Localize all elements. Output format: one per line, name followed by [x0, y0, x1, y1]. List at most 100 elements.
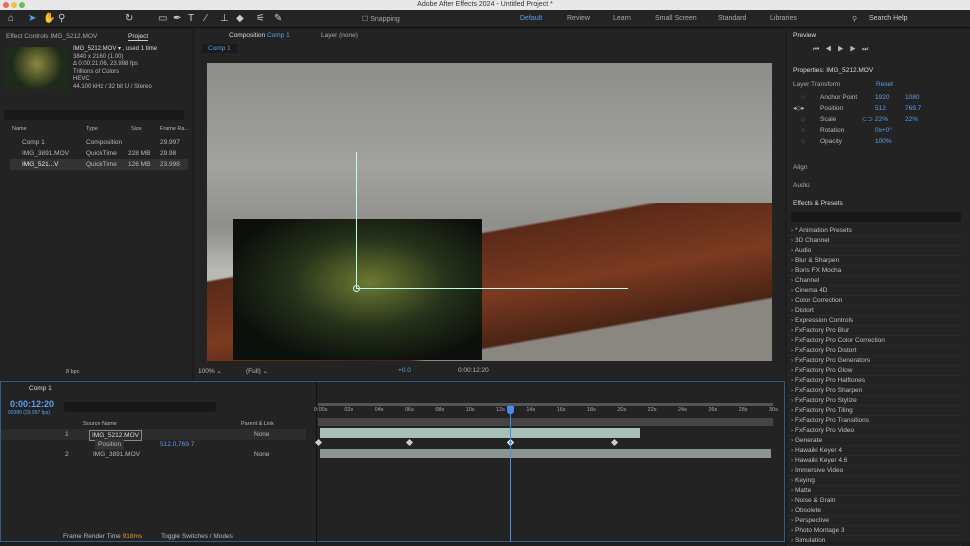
- effects-category[interactable]: FxFactory Pro Distort: [787, 346, 962, 356]
- effects-category[interactable]: FxFactory Pro Video: [787, 426, 962, 436]
- minimize-window-button[interactable]: [11, 2, 17, 8]
- puppet-pin-icon[interactable]: ✎: [274, 13, 282, 24]
- project-item[interactable]: IMG_3891.MOVQuickTime228 MB29.98: [10, 148, 188, 159]
- effects-category[interactable]: Generate: [787, 436, 962, 446]
- composition-viewer[interactable]: [207, 63, 772, 361]
- effects-category[interactable]: Hawaiki Keyer 4: [787, 446, 962, 456]
- search-help-input[interactable]: Search Help: [869, 15, 908, 22]
- property-rotation: ◌Rotation0x+0°: [787, 125, 970, 136]
- audio-panel-title[interactable]: Audio: [793, 182, 810, 189]
- workspace-standard[interactable]: Standard: [718, 15, 746, 22]
- rectangle-tool-icon[interactable]: ▭: [158, 13, 167, 24]
- ruler-tick-label: 06s: [405, 407, 414, 413]
- properties-title: Properties: IMG_5212.MOV: [793, 67, 873, 74]
- tab-project[interactable]: Project: [128, 33, 148, 41]
- ruler-tick-label: 26s: [708, 407, 717, 413]
- effects-category[interactable]: 3D Channel: [787, 236, 962, 246]
- zoom-window-button[interactable]: [19, 2, 25, 8]
- effects-category[interactable]: Distort: [787, 306, 962, 316]
- exposure-value[interactable]: +0.0: [398, 367, 411, 374]
- align-panel-title[interactable]: Align: [793, 164, 807, 171]
- home-icon[interactable]: ⌂: [8, 13, 14, 24]
- effects-category[interactable]: Immersive Video: [787, 466, 962, 476]
- effects-search-input[interactable]: [791, 212, 961, 222]
- effects-category[interactable]: Audio: [787, 246, 962, 256]
- reset-button[interactable]: Reset: [876, 81, 893, 88]
- zoom-select[interactable]: 100% ⌄: [198, 367, 222, 375]
- work-area-bar[interactable]: [318, 403, 773, 406]
- bpc-toggle[interactable]: 8 bpc: [66, 369, 79, 375]
- project-search-input[interactable]: [4, 110, 184, 120]
- effects-category[interactable]: FxFactory Pro Halftones: [787, 376, 962, 386]
- comp-breadcrumb[interactable]: Comp 1: [202, 44, 237, 53]
- project-item-selected[interactable]: IMG_521...VQuickTime126 MB23.998: [10, 159, 188, 170]
- effects-category[interactable]: FxFactory Pro Stylize: [787, 396, 962, 406]
- effects-category[interactable]: Boris FX Mocha: [787, 266, 962, 276]
- current-time-display[interactable]: 0:00:12:20: [458, 367, 489, 374]
- effects-category[interactable]: Perspective: [787, 516, 962, 526]
- tab-composition[interactable]: Composition Comp 1: [229, 32, 290, 39]
- toggle-switches-modes-button[interactable]: Toggle Switches / Modes: [161, 533, 233, 540]
- ruler-tick-label: 0:00s: [314, 407, 327, 413]
- type-tool-icon[interactable]: T: [188, 13, 194, 24]
- clone-stamp-icon[interactable]: ⊥: [220, 13, 229, 24]
- effects-category[interactable]: FxFactory Pro Glow: [787, 366, 962, 376]
- layer-row[interactable]: 2IMG_3891.MOVNone: [1, 449, 306, 460]
- effects-category[interactable]: FxFactory Pro Generators: [787, 356, 962, 366]
- effects-category[interactable]: Photo Montage 3: [787, 526, 962, 536]
- ruler-tick-label: 24s: [678, 407, 687, 413]
- tab-layer[interactable]: Layer (none): [321, 32, 358, 39]
- snapping-label: Snapping: [370, 16, 400, 23]
- window-title: Adobe After Effects 2024 - Untitled Proj…: [417, 1, 553, 8]
- effects-category[interactable]: Blur & Sharpen: [787, 256, 962, 266]
- anchor-point-icon[interactable]: [353, 285, 360, 292]
- workspace-libraries[interactable]: Libraries: [770, 15, 797, 22]
- effects-category[interactable]: Obsolete: [787, 506, 962, 516]
- effects-category[interactable]: Hawaiki Keyer 4.6: [787, 456, 962, 466]
- resolution-select[interactable]: (Full) ⌄: [246, 367, 268, 375]
- eraser-icon[interactable]: ◆: [236, 13, 244, 24]
- toolbar: ⌂ ➤ ✋ ⚲ ↻ ▭ ✒ T ∕ ⊥ ◆ ⚟ ✎ ☐ Snapping Def…: [0, 10, 970, 28]
- layer-2-bar[interactable]: [320, 449, 771, 458]
- workspace-review[interactable]: Review: [567, 15, 590, 22]
- workspace-small-screen[interactable]: Small Screen: [655, 15, 697, 22]
- preview-controls[interactable]: ⏮◀▶▶⏭: [813, 46, 874, 54]
- effects-category[interactable]: Color Correction: [787, 296, 962, 306]
- roto-brush-icon[interactable]: ⚟: [256, 13, 265, 24]
- effects-category[interactable]: Channel: [787, 276, 962, 286]
- close-window-button[interactable]: [3, 2, 9, 8]
- playhead-handle[interactable]: [507, 406, 514, 414]
- project-item[interactable]: Comp 1Composition29.997: [10, 137, 188, 148]
- property-anchor-point: ◌Anchor Point19201080: [787, 92, 970, 103]
- effects-category[interactable]: FxFactory Pro Tiling: [787, 406, 962, 416]
- pen-tool-icon[interactable]: ✒: [173, 13, 181, 24]
- effects-category[interactable]: FxFactory Pro Blur: [787, 326, 962, 336]
- workspace-learn[interactable]: Learn: [613, 15, 631, 22]
- effects-category[interactable]: FxFactory Pro Color Correction: [787, 336, 962, 346]
- selection-tool-icon[interactable]: ➤: [28, 13, 36, 24]
- effects-category[interactable]: Cinema 4D: [787, 286, 962, 296]
- ruler-tick-label: 10s: [466, 407, 475, 413]
- effects-category[interactable]: * Animation Presets: [787, 226, 962, 236]
- brush-tool-icon[interactable]: ∕: [205, 13, 207, 24]
- ruler-tick-label: 14s: [526, 407, 535, 413]
- effects-category[interactable]: FxFactory Pro Transitions: [787, 416, 962, 426]
- effects-category[interactable]: Expression Controls: [787, 316, 962, 326]
- effects-category[interactable]: Noise & Grain: [787, 496, 962, 506]
- parent-select[interactable]: None: [254, 449, 270, 460]
- effects-category[interactable]: Simulation: [787, 536, 962, 546]
- tab-effect-controls[interactable]: Effect Controls IMG_5212.MOV: [6, 33, 97, 40]
- hand-tool-icon[interactable]: ✋: [43, 13, 55, 24]
- zoom-tool-icon[interactable]: ⚲: [58, 13, 65, 24]
- timeline-search-input[interactable]: [64, 402, 216, 412]
- effects-category[interactable]: Keying: [787, 476, 962, 486]
- snapping-checkbox[interactable]: ☐ Snapping: [362, 15, 400, 23]
- effects-category[interactable]: FxFactory Pro Sharpen: [787, 386, 962, 396]
- timeline-current-time[interactable]: 0:00:12:20: [10, 399, 54, 409]
- timeline-tab[interactable]: Comp 1: [29, 385, 52, 392]
- workspace-default[interactable]: Default: [520, 15, 542, 22]
- rotate-tool-icon[interactable]: ↻: [125, 13, 133, 24]
- layer-1-bar[interactable]: [320, 428, 640, 438]
- playhead[interactable]: [510, 405, 511, 542]
- effects-category[interactable]: Matte: [787, 486, 962, 496]
